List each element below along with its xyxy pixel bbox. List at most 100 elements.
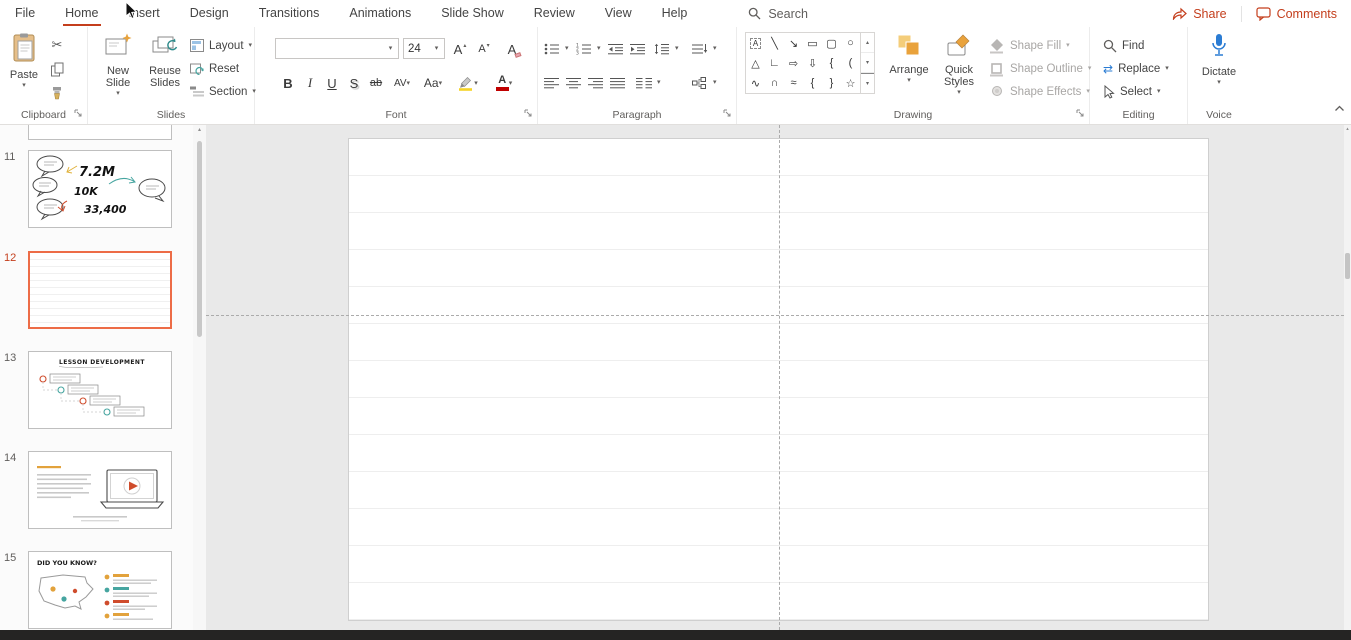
font-size-input[interactable] [404, 39, 429, 58]
shape-cell-triangle[interactable]: △ [746, 53, 765, 73]
canvas-scrollbar[interactable]: ▴ [1344, 125, 1351, 630]
columns-button[interactable]: ▾ [636, 73, 661, 92]
shape-cell-arrow-line[interactable]: ↘ [784, 33, 803, 53]
paragraph-dialog-launcher[interactable] [722, 108, 733, 119]
shape-fill-button[interactable]: Shape Fill ▾ [989, 36, 1070, 55]
thumbnail-slide-12-selected[interactable] [28, 251, 172, 329]
find-button[interactable]: Find [1103, 36, 1144, 55]
comments-button[interactable]: Comments [1242, 7, 1351, 21]
menu-view[interactable]: View [590, 0, 647, 27]
shape-cell-arc[interactable]: ∩ [765, 73, 784, 93]
shape-cell-brace[interactable]: { [822, 53, 841, 73]
convert-smartart-button[interactable]: ▾ [692, 73, 717, 92]
section-button[interactable]: Section ▾ [190, 82, 256, 101]
new-slide-button[interactable]: New Slide ▾ [96, 29, 140, 98]
bold-button[interactable]: B [277, 72, 299, 94]
thumbnail-partial-slide10[interactable] [28, 125, 172, 140]
thumbnail-slide-13[interactable]: LESSON DEVELOPMENT [28, 351, 172, 429]
format-painter-button[interactable] [46, 83, 68, 103]
panel-scrollbar-thumb[interactable] [197, 141, 202, 337]
shape-cell-star[interactable]: ☆ [841, 73, 860, 93]
shape-cell-arrow-down[interactable]: ⇩ [803, 53, 822, 73]
canvas-scroll-up-arrow[interactable]: ▴ [1344, 126, 1351, 132]
shape-cell-brace-left[interactable]: { [803, 73, 822, 93]
highlight-button[interactable]: ▾ [453, 72, 483, 94]
shape-cell-oval[interactable]: ○ [841, 33, 860, 53]
shape-cell-paren[interactable]: ( [841, 53, 860, 73]
font-size-caret[interactable]: ▾ [429, 39, 444, 58]
panel-scrollbar[interactable]: ▴ [193, 125, 206, 630]
menu-file[interactable]: File [0, 0, 50, 27]
shape-cell-elbow-connector[interactable]: ∟ [765, 53, 784, 73]
menu-slideshow[interactable]: Slide Show [426, 0, 519, 27]
share-button[interactable]: Share [1158, 7, 1240, 21]
font-size-combo[interactable]: ▾ [403, 38, 445, 59]
canvas-scrollbar-thumb[interactable] [1345, 253, 1350, 279]
shape-effects-button[interactable]: Shape Effects ▾ [989, 82, 1090, 101]
menu-animations[interactable]: Animations [334, 0, 426, 27]
menu-help[interactable]: Help [647, 0, 703, 27]
copy-button[interactable] [46, 59, 68, 79]
quick-styles-button[interactable]: Quick Styles ▾ [935, 29, 983, 97]
search-box[interactable]: Search [748, 0, 808, 27]
menu-insert[interactable]: Insert [114, 0, 175, 27]
font-name-combo[interactable]: ▾ [275, 38, 399, 59]
shape-cell-brace-right[interactable]: } [822, 73, 841, 93]
shrink-font-button[interactable]: A ▾ [473, 38, 495, 60]
replace-button[interactable]: ⇄ Replace ▾ [1103, 59, 1169, 78]
shape-cell-rounded-rectangle[interactable]: ▢ [822, 33, 841, 53]
shape-cell-line[interactable]: ╲ [765, 33, 784, 53]
arrange-button[interactable]: Arrange ▾ [885, 29, 933, 85]
gallery-scroll-down[interactable]: ▾ [861, 53, 874, 73]
cut-button[interactable]: ✂ [46, 35, 68, 55]
align-right-button[interactable] [588, 73, 604, 92]
shape-cell-rectangle[interactable]: ▭ [803, 33, 822, 53]
menu-review[interactable]: Review [519, 0, 590, 27]
font-name-caret[interactable]: ▾ [383, 39, 398, 58]
drawing-dialog-launcher[interactable] [1075, 108, 1086, 119]
align-center-button[interactable] [566, 73, 582, 92]
thumbnail-slide-14[interactable] [28, 451, 172, 529]
shape-cell-freeform[interactable]: ≈ [784, 73, 803, 93]
decrease-indent-button[interactable] [608, 39, 624, 58]
select-button[interactable]: Select ▾ [1103, 82, 1160, 101]
horizontal-guide[interactable] [206, 315, 1344, 316]
change-case-button[interactable]: Aa ▾ [419, 72, 447, 94]
shape-cell-arrow-right[interactable]: ⇨ [784, 53, 803, 73]
font-name-input[interactable] [276, 39, 383, 58]
vertical-guide[interactable] [779, 125, 780, 630]
shape-cell-textbox[interactable]: A [746, 33, 765, 53]
numbering-button[interactable]: 123 ▾ [576, 39, 601, 58]
thumbnail-slide-11[interactable]: 7.2M 10K 33,400 [28, 150, 172, 228]
strikethrough-button[interactable]: ab [365, 72, 387, 94]
font-dialog-launcher[interactable] [523, 108, 534, 119]
align-left-button[interactable] [544, 73, 560, 92]
italic-button[interactable]: I [299, 72, 321, 94]
panel-scroll-up-arrow[interactable]: ▴ [193, 126, 206, 133]
underline-button[interactable]: U [321, 72, 343, 94]
reset-button[interactable]: Reset [190, 59, 239, 78]
shape-outline-button[interactable]: Shape Outline ▾ [989, 59, 1091, 78]
text-shadow-button[interactable]: S [343, 72, 365, 94]
bullets-button[interactable]: ▾ [544, 39, 569, 58]
grow-font-button[interactable]: A ▴ [449, 38, 471, 60]
thumbnail-slide-15[interactable]: DID YOU KNOW? [28, 551, 172, 629]
text-direction-button[interactable]: ▾ [692, 39, 717, 58]
font-color-button[interactable]: A ▾ [489, 72, 519, 94]
layout-button[interactable]: Layout ▾ [190, 36, 252, 55]
menu-transitions[interactable]: Transitions [244, 0, 335, 27]
character-spacing-button[interactable]: AV ▾ [388, 72, 416, 94]
menu-design[interactable]: Design [175, 0, 244, 27]
clear-formatting-button[interactable]: A [501, 38, 523, 60]
clipboard-dialog-launcher[interactable] [73, 108, 84, 119]
shape-cell-scribble[interactable]: ∿ [746, 73, 765, 93]
paste-button[interactable]: Paste ▾ [4, 29, 44, 90]
justify-button[interactable] [610, 73, 626, 92]
collapse-ribbon-button[interactable] [1334, 99, 1345, 117]
increase-indent-button[interactable] [630, 39, 646, 58]
reuse-slides-button[interactable]: Reuse Slides [142, 29, 188, 89]
dictate-button[interactable]: Dictate ▾ [1196, 29, 1242, 87]
line-spacing-button[interactable]: ▾ [654, 39, 679, 58]
menu-home[interactable]: Home [50, 0, 113, 27]
gallery-more-button[interactable]: ▾ [861, 73, 874, 93]
